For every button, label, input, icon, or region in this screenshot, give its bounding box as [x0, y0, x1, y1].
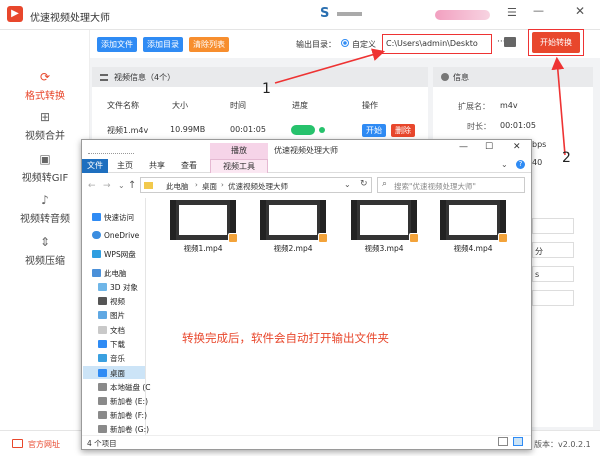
annotation-label-1: 1 — [262, 81, 271, 97]
annotation-label-2: 2 — [562, 150, 571, 166]
arrow-to-output-path — [274, 48, 386, 84]
arrow-to-start-button — [551, 56, 566, 156]
annotation-arrows — [274, 48, 566, 156]
